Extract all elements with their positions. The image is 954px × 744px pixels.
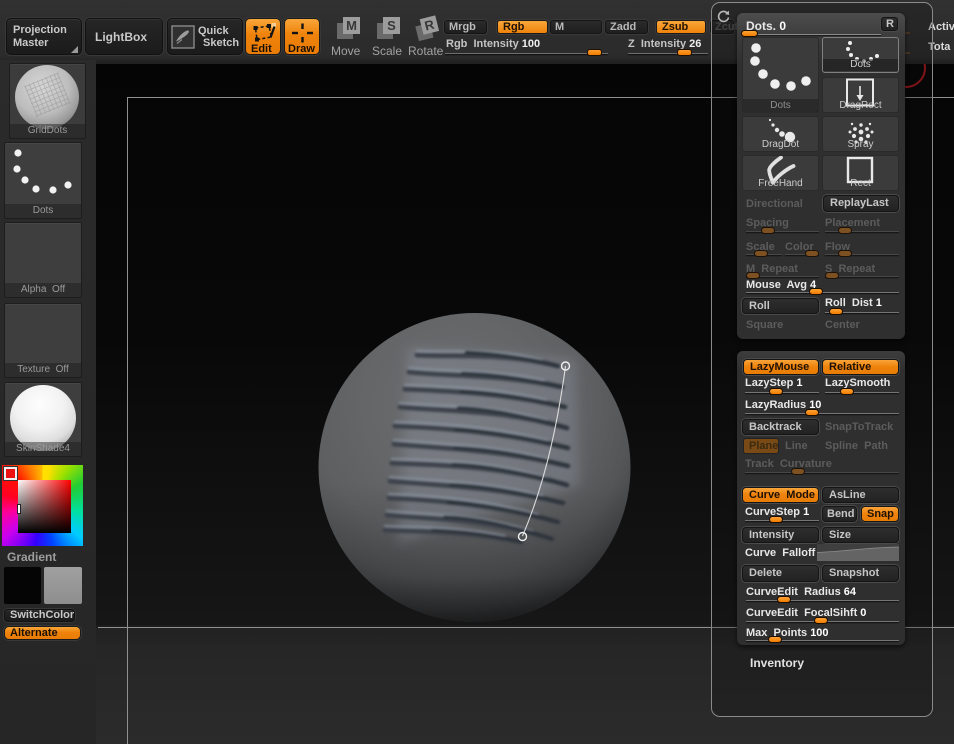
- svg-text:M: M: [346, 18, 357, 33]
- svg-text:S: S: [387, 18, 396, 33]
